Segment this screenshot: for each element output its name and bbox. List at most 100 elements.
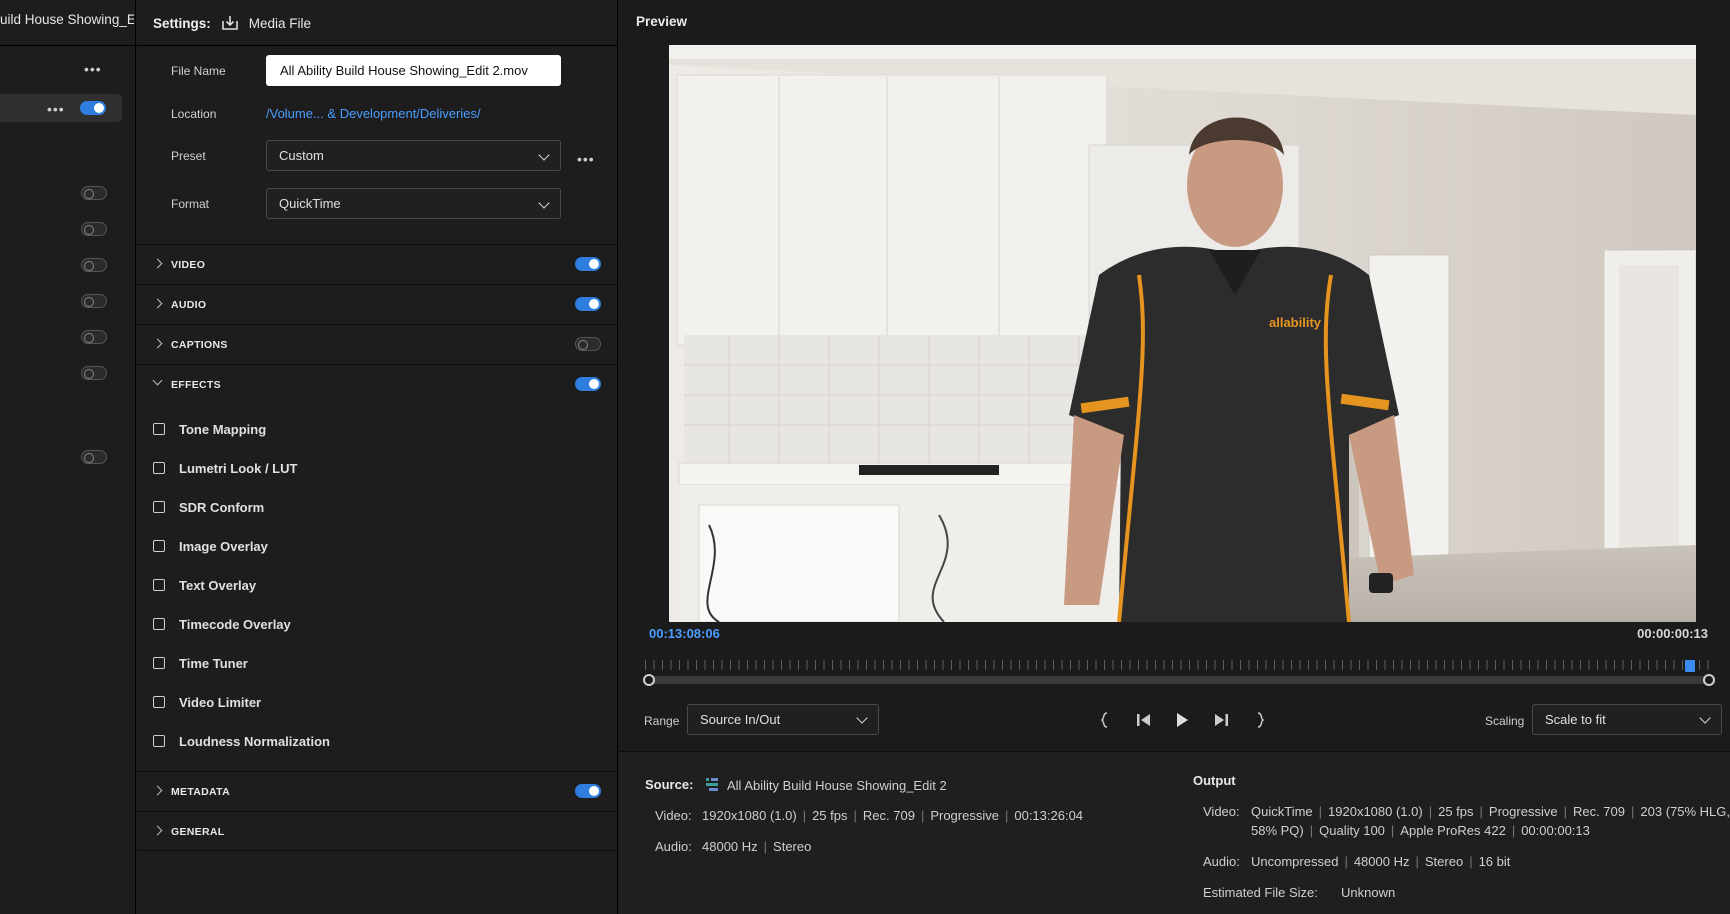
checkbox[interactable] [153,735,165,747]
checkbox[interactable] [153,579,165,591]
queue-toggle[interactable] [81,366,107,380]
section-general[interactable]: GENERAL [137,811,618,851]
video-frame: allability [669,45,1696,622]
file-name-input[interactable]: All Ability Build House Showing_Edit 2.m… [266,55,561,86]
download-icon [221,16,238,30]
scaling-label: Scaling [1485,714,1525,728]
duration-timecode: 00:00:00:13 [1637,626,1708,641]
range-value: Source In/Out [700,712,781,727]
play-button[interactable] [1170,709,1194,731]
queue-toggle[interactable] [81,222,107,236]
effect-label: Text Overlay [179,577,257,593]
preset-label: Preset [171,149,206,163]
checkbox[interactable] [153,657,165,669]
audio-toggle[interactable] [575,297,601,311]
effect-timecode-overlay[interactable]: Timecode Overlay [153,614,291,634]
effect-label: Lumetri Look / LUT [179,460,298,476]
info-value: 25 fps [1438,804,1474,819]
shirt-logo: allability [1269,315,1322,330]
checkbox[interactable] [153,540,165,552]
section-audio[interactable]: AUDIO [137,284,618,324]
file-name-label: File Name [171,64,226,78]
scaling-select[interactable]: Scale to fit [1532,704,1722,735]
info-value: Apple ProRes 422 [1400,823,1506,838]
source-audio-label: Audio: [655,839,692,854]
in-point-handle[interactable] [643,674,655,686]
video-toggle[interactable] [575,257,601,271]
settings-label: Settings: [153,15,211,31]
effects-toggle[interactable] [575,377,601,391]
location-link[interactable]: /Volume... & Development/Deliveries/ [266,106,481,121]
set-out-point-button[interactable] [1248,709,1272,731]
queue-toggle[interactable] [81,258,107,272]
info-value: Progressive [930,808,999,823]
timeline-track[interactable] [647,676,1713,684]
preset-more-icon[interactable]: ••• [577,152,595,166]
out-point-handle[interactable] [1703,674,1715,686]
queue-toggle[interactable] [81,186,107,200]
playhead-handle[interactable] [1685,660,1695,672]
info-value: Rec. 709 [1572,804,1625,819]
effect-label: SDR Conform [179,499,265,515]
queue-toggle[interactable] [81,294,107,308]
effect-video-limiter[interactable]: Video Limiter [153,692,261,712]
info-value: Stereo [773,839,812,854]
section-metadata[interactable]: METADATA [137,771,618,811]
output-audio-label: Audio: [1203,854,1240,869]
format-select[interactable]: QuickTime [266,188,561,219]
info-value: 48000 Hz [702,839,758,854]
checkbox[interactable] [153,618,165,630]
checkbox[interactable] [153,423,165,435]
divider [0,45,136,46]
section-title: EFFECTS [171,379,221,391]
preset-select[interactable]: Custom [266,140,561,171]
checkbox[interactable] [153,696,165,708]
range-label: Range [644,714,680,728]
captions-toggle[interactable] [575,337,601,351]
in-point-icon [1100,712,1108,728]
queue-row-selected[interactable]: ••• [0,94,122,122]
effect-time-tuner[interactable]: Time Tuner [153,653,248,673]
chevron-right-icon [152,298,163,309]
current-timecode[interactable]: 00:13:08:06 [649,626,720,641]
divider [137,45,618,46]
effect-tone-mapping[interactable]: Tone Mapping [153,419,266,439]
effect-lumetri[interactable]: Lumetri Look / LUT [153,458,297,478]
more-options-icon[interactable]: ••• [84,62,102,76]
checkbox[interactable] [153,462,165,474]
location-label: Location [171,107,217,121]
timeline-ticks [645,660,1713,670]
info-value: Stereo [1424,854,1464,869]
checkbox[interactable] [153,501,165,513]
more-options-icon[interactable]: ••• [47,102,65,116]
section-video[interactable]: VIDEO [137,244,618,284]
step-back-icon [1137,714,1150,726]
queue-item-title[interactable]: uild House Showing_E... [0,12,134,27]
source-label: Source: [645,777,693,792]
effect-label: Image Overlay [179,538,268,554]
step-forward-button[interactable] [1209,709,1233,731]
effect-label: Time Tuner [179,655,248,671]
effect-sdr-conform[interactable]: SDR Conform [153,497,264,517]
effect-image-overlay[interactable]: Image Overlay [153,536,268,556]
section-title: METADATA [171,786,230,798]
metadata-toggle[interactable] [575,784,601,798]
step-back-button[interactable] [1132,709,1156,731]
chevron-right-icon [152,785,163,796]
output-label: Output [1193,773,1236,788]
source-video-label: Video: [655,808,692,823]
effect-loudness[interactable]: Loudness Normalization [153,731,330,751]
timeline-scrubber[interactable] [643,660,1715,686]
info-value: 00:00:00:13 [1521,823,1590,838]
output-video-info-1: QuickTime | 1920x1080 (1.0) | 25 fps | Progres… [1251,804,1730,819]
info-value: 48000 Hz [1353,854,1410,869]
section-effects[interactable]: EFFECTS [137,364,618,404]
section-captions[interactable]: CAPTIONS [137,324,618,364]
effect-text-overlay[interactable]: Text Overlay [153,575,256,595]
queue-toggle[interactable] [81,330,107,344]
queue-toggle-on[interactable] [80,101,106,115]
info-value: Uncompressed [1251,854,1339,869]
range-select[interactable]: Source In/Out [687,704,879,735]
set-in-point-button[interactable] [1093,709,1117,731]
queue-toggle[interactable] [81,450,107,464]
